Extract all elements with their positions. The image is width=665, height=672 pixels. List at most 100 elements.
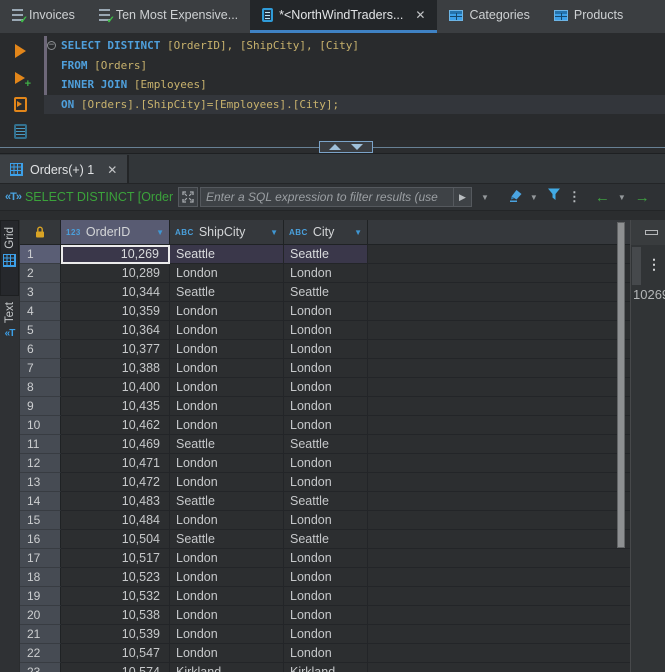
cell-shipcity[interactable]: London bbox=[170, 606, 284, 625]
cell-shipcity[interactable]: London bbox=[170, 378, 284, 397]
cell-orderid[interactable]: 10,574 bbox=[61, 663, 170, 672]
cell-city[interactable]: Seattle bbox=[284, 530, 368, 549]
table-row[interactable]: 110,269SeattleSeattle bbox=[20, 245, 630, 264]
top-tab-1[interactable]: Ten Most Expensive... bbox=[87, 0, 250, 33]
vertical-scrollbar[interactable] bbox=[617, 222, 625, 672]
erase-filter-icon[interactable] bbox=[506, 187, 523, 207]
cell-shipcity[interactable]: London bbox=[170, 549, 284, 568]
table-row[interactable]: 510,364LondonLondon bbox=[20, 321, 630, 340]
table-row[interactable]: 1610,504SeattleSeattle bbox=[20, 530, 630, 549]
cell-orderid[interactable]: 10,289 bbox=[61, 264, 170, 283]
cell-shipcity[interactable]: London bbox=[170, 568, 284, 587]
row-number[interactable]: 14 bbox=[20, 492, 61, 511]
table-row[interactable]: 2210,547LondonLondon bbox=[20, 644, 630, 663]
cell-orderid[interactable]: 10,400 bbox=[61, 378, 170, 397]
row-number[interactable]: 20 bbox=[20, 606, 61, 625]
cell-shipcity[interactable]: Seattle bbox=[170, 492, 284, 511]
row-number[interactable]: 17 bbox=[20, 549, 61, 568]
cell-city[interactable]: London bbox=[284, 568, 368, 587]
side-tab-text[interactable]: Text bbox=[0, 296, 19, 382]
results-tab-orders[interactable]: Orders(+) 1 bbox=[0, 155, 129, 184]
scrollbar-thumb[interactable] bbox=[617, 222, 625, 548]
editor-results-splitter[interactable] bbox=[0, 140, 665, 153]
cell-orderid[interactable]: 10,471 bbox=[61, 454, 170, 473]
cell-orderid[interactable]: 10,462 bbox=[61, 416, 170, 435]
row-number[interactable]: 11 bbox=[20, 435, 61, 454]
table-row[interactable]: 1010,462LondonLondon bbox=[20, 416, 630, 435]
expand-icon[interactable] bbox=[178, 187, 198, 207]
cell-orderid[interactable]: 10,435 bbox=[61, 397, 170, 416]
cell-city[interactable]: London bbox=[284, 644, 368, 663]
cell-city[interactable]: Seattle bbox=[284, 492, 368, 511]
cell-city[interactable]: London bbox=[284, 340, 368, 359]
filter-type-icon[interactable] bbox=[5, 191, 21, 203]
cell-city[interactable]: London bbox=[284, 454, 368, 473]
filters-icon[interactable] bbox=[547, 188, 561, 206]
row-number[interactable]: 22 bbox=[20, 644, 61, 663]
cell-city[interactable]: London bbox=[284, 378, 368, 397]
cell-shipcity[interactable]: Seattle bbox=[170, 530, 284, 549]
row-number[interactable]: 7 bbox=[20, 359, 61, 378]
execute-script-icon[interactable] bbox=[11, 96, 29, 113]
cell-shipcity[interactable]: Seattle bbox=[170, 435, 284, 454]
cell-city[interactable]: London bbox=[284, 587, 368, 606]
cell-orderid[interactable]: 10,483 bbox=[61, 492, 170, 511]
column-header-shipcity[interactable]: ABCShipCity bbox=[170, 220, 284, 245]
table-row[interactable]: 2110,539LondonLondon bbox=[20, 625, 630, 644]
cell-shipcity[interactable]: London bbox=[170, 416, 284, 435]
fold-marker-icon[interactable] bbox=[47, 41, 56, 50]
side-tab-grid[interactable]: Grid bbox=[0, 220, 19, 296]
cell-orderid[interactable]: 10,539 bbox=[61, 625, 170, 644]
row-number[interactable]: 6 bbox=[20, 340, 61, 359]
cell-orderid[interactable]: 10,547 bbox=[61, 644, 170, 663]
cell-shipcity[interactable]: Kirkland bbox=[170, 663, 284, 672]
cell-shipcity[interactable]: London bbox=[170, 321, 284, 340]
table-row[interactable]: 2010,538LondonLondon bbox=[20, 606, 630, 625]
data-grid[interactable]: 123OrderIDABCShipCityABCCity 110,269Seat… bbox=[20, 220, 630, 672]
row-number[interactable]: 4 bbox=[20, 302, 61, 321]
close-icon[interactable] bbox=[107, 163, 117, 177]
row-number[interactable]: 21 bbox=[20, 625, 61, 644]
cell-orderid[interactable]: 10,523 bbox=[61, 568, 170, 587]
close-icon[interactable] bbox=[415, 8, 425, 22]
cell-city[interactable]: London bbox=[284, 549, 368, 568]
cell-orderid[interactable]: 10,377 bbox=[61, 340, 170, 359]
table-row[interactable]: 210,289LondonLondon bbox=[20, 264, 630, 283]
row-number[interactable]: 13 bbox=[20, 473, 61, 492]
table-row[interactable]: 1910,532LondonLondon bbox=[20, 587, 630, 606]
table-row[interactable]: 410,359LondonLondon bbox=[20, 302, 630, 321]
cell-shipcity[interactable]: London bbox=[170, 264, 284, 283]
cell-city[interactable]: London bbox=[284, 625, 368, 644]
table-row[interactable]: 910,435LondonLondon bbox=[20, 397, 630, 416]
table-row[interactable]: 1510,484LondonLondon bbox=[20, 511, 630, 530]
row-number[interactable]: 18 bbox=[20, 568, 61, 587]
apply-filter-icon[interactable] bbox=[453, 187, 472, 207]
execute-new-tab-icon[interactable]: + bbox=[11, 69, 29, 86]
cell-shipcity[interactable]: London bbox=[170, 340, 284, 359]
cell-shipcity[interactable]: London bbox=[170, 644, 284, 663]
cell-shipcity[interactable]: London bbox=[170, 511, 284, 530]
cell-city[interactable]: London bbox=[284, 321, 368, 340]
table-row[interactable]: 1810,523LondonLondon bbox=[20, 568, 630, 587]
cell-city[interactable]: London bbox=[284, 416, 368, 435]
cell-orderid[interactable]: 10,364 bbox=[61, 321, 170, 340]
history-dropdown-icon[interactable] bbox=[481, 193, 489, 202]
menu-dots-icon[interactable] bbox=[568, 189, 581, 205]
cell-city[interactable]: London bbox=[284, 264, 368, 283]
grid-corner-cell[interactable] bbox=[20, 220, 61, 245]
minimize-panel-icon[interactable] bbox=[645, 230, 658, 235]
cell-shipcity[interactable]: Seattle bbox=[170, 283, 284, 302]
cell-city[interactable]: London bbox=[284, 606, 368, 625]
cell-city[interactable]: Kirkland bbox=[284, 663, 368, 672]
cell-orderid[interactable]: 10,504 bbox=[61, 530, 170, 549]
collapse-down-icon[interactable] bbox=[351, 144, 363, 150]
nav-back-icon[interactable] bbox=[595, 190, 610, 205]
cell-orderid[interactable]: 10,472 bbox=[61, 473, 170, 492]
row-number[interactable]: 8 bbox=[20, 378, 61, 397]
cell-shipcity[interactable]: London bbox=[170, 587, 284, 606]
top-tab-3[interactable]: Categories bbox=[437, 0, 541, 33]
code-line-1[interactable]: SELECT DISTINCT [OrderID], [ShipCity], [… bbox=[44, 36, 665, 56]
cell-city[interactable]: London bbox=[284, 397, 368, 416]
cell-shipcity[interactable]: London bbox=[170, 625, 284, 644]
cell-orderid[interactable]: 10,532 bbox=[61, 587, 170, 606]
